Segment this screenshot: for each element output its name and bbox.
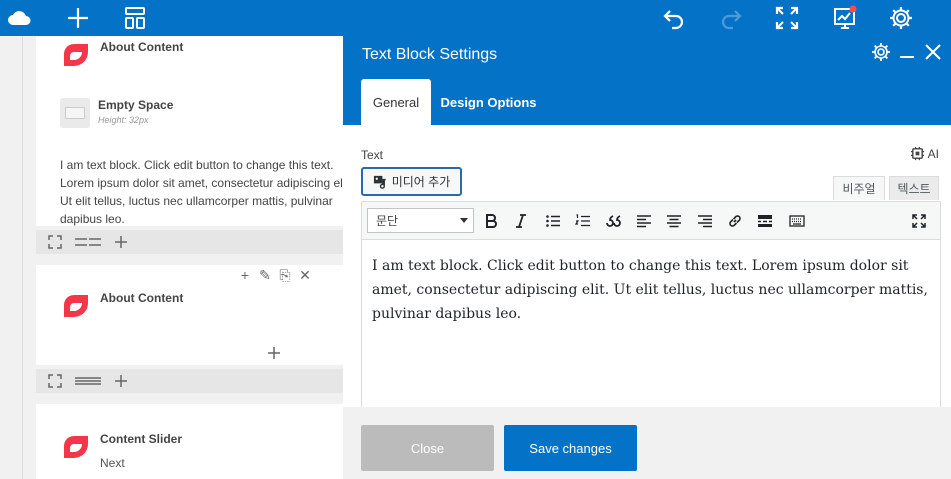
read-more-icon[interactable] (754, 211, 776, 231)
text-field-label: Text (361, 148, 384, 162)
italic-icon[interactable] (510, 211, 532, 231)
row-block: Content Slider Next (36, 404, 343, 479)
toolbar-toggle-icon[interactable] (786, 211, 808, 231)
editor-content[interactable]: I am text block. Click edit button to ch… (372, 254, 930, 326)
slider-next-label: Next (100, 456, 125, 470)
columns-icon[interactable] (70, 232, 106, 252)
ai-label: AI (927, 146, 939, 161)
text-block-preview[interactable]: I am text block. Click edit button to ch… (60, 156, 343, 228)
layout-icon[interactable] (120, 3, 150, 33)
element-about-content[interactable]: About Content (60, 40, 183, 72)
chevron-down-icon (460, 218, 468, 223)
align-right-icon[interactable] (694, 211, 716, 231)
element-title: Content Slider (100, 432, 183, 446)
logo-icon (64, 295, 88, 317)
close-icon[interactable] (923, 42, 943, 62)
ai-button[interactable]: AI (910, 146, 939, 161)
add-icon[interactable] (106, 232, 136, 252)
top-toolbar (0, 0, 951, 36)
logo-icon (64, 436, 88, 458)
editor-toolbar: 문단 (362, 202, 940, 240)
add-media-button[interactable]: 미디어 추가 (361, 167, 462, 196)
format-select[interactable]: 문단 (367, 208, 474, 233)
chart-icon[interactable] (830, 3, 860, 33)
panel-footer: Close Save changes (343, 407, 951, 479)
clone-icon[interactable]: ⎘ (278, 267, 292, 284)
align-center-icon[interactable] (663, 211, 685, 231)
editor-tab-text[interactable]: 텍스트 (889, 176, 939, 200)
empty-space-icon (60, 98, 90, 128)
element-title: Empty Space (98, 98, 174, 112)
numbered-list-icon[interactable] (572, 211, 594, 231)
editor-tab-visual[interactable]: 비주얼 (833, 176, 885, 200)
element-hover-tools: + ✎ ⎘ ✕ (238, 267, 312, 284)
minimize-icon[interactable] (897, 42, 917, 62)
panel-header-icons (871, 42, 943, 62)
plus-icon[interactable] (63, 3, 93, 33)
redo-icon[interactable] (716, 3, 746, 33)
bold-icon[interactable] (480, 211, 502, 231)
media-icon (373, 175, 386, 189)
add-element-icon[interactable] (264, 343, 284, 363)
element-empty-space[interactable]: Empty Space Height: 32px (60, 98, 173, 128)
row-controls (36, 369, 343, 393)
page-canvas: About Content Empty Space Height: 32px I… (0, 36, 343, 479)
bullet-list-icon[interactable] (542, 211, 564, 231)
canvas-border (22, 36, 23, 479)
add-media-label: 미디어 추가 (391, 175, 451, 189)
edit-icon[interactable]: ✎ (258, 267, 272, 284)
add-icon[interactable] (106, 371, 136, 391)
row-controls (36, 230, 343, 254)
element-about-content[interactable]: About Content (60, 291, 183, 323)
gear-icon[interactable] (886, 3, 916, 33)
format-select-value: 문단 (376, 214, 399, 228)
cloud-logo-icon[interactable] (4, 3, 34, 33)
logo-icon (64, 44, 88, 66)
text-block-settings-panel: Text Block Settings General Design Optio… (343, 36, 951, 479)
element-title: About Content (100, 40, 184, 54)
gear-icon[interactable] (871, 42, 891, 62)
close-button[interactable]: Close (361, 425, 494, 471)
element-content-slider[interactable]: Content Slider Next (60, 432, 182, 470)
expand-icon[interactable] (40, 232, 70, 252)
add-icon[interactable]: + (238, 267, 252, 284)
tab-design-options[interactable]: Design Options (431, 79, 546, 125)
panel-header: Text Block Settings General Design Optio… (343, 36, 951, 125)
undo-icon[interactable] (659, 3, 689, 33)
blockquote-icon[interactable] (602, 211, 624, 231)
link-icon[interactable] (724, 211, 746, 231)
panel-title: Text Block Settings (362, 46, 498, 63)
columns-icon[interactable] (70, 371, 106, 391)
delete-icon[interactable]: ✕ (298, 267, 312, 284)
expand-icon[interactable] (40, 371, 70, 391)
row-block: About Content Empty Space Height: 32px I… (36, 36, 343, 226)
expand-icon[interactable] (908, 211, 930, 231)
save-changes-button[interactable]: Save changes (504, 425, 637, 471)
align-left-icon[interactable] (633, 211, 655, 231)
element-title: About Content (100, 291, 184, 305)
fullscreen-icon[interactable] (772, 3, 802, 33)
element-subtitle: Height: 32px (98, 115, 149, 125)
row-block: + ✎ ⎘ ✕ About Content (36, 265, 343, 365)
chip-icon (910, 146, 924, 161)
tab-general[interactable]: General (361, 79, 431, 125)
